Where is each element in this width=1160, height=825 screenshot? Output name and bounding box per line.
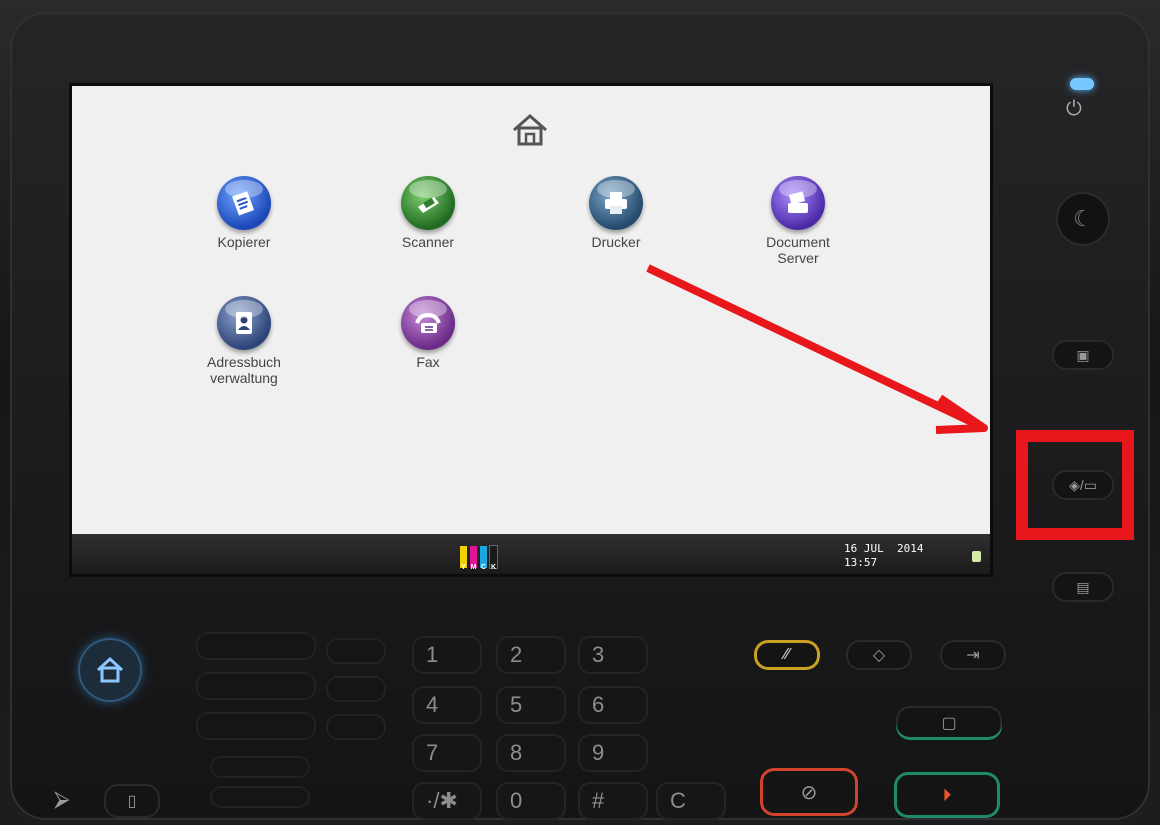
login-logout-button[interactable]: ▣ xyxy=(1052,340,1114,370)
key-7[interactable]: 7 xyxy=(412,734,482,772)
key-hash[interactable]: # xyxy=(578,782,648,820)
fax-icon xyxy=(401,296,455,350)
function-key[interactable] xyxy=(196,672,316,700)
function-key[interactable] xyxy=(326,638,386,664)
app-label: Fax xyxy=(416,354,440,370)
power-indicator-led xyxy=(1070,78,1094,90)
key-1[interactable]: 1 xyxy=(412,636,482,674)
key-icon: ▣ xyxy=(1076,346,1090,363)
power-icon: ⏻ xyxy=(1066,98,1082,120)
function-key[interactable] xyxy=(210,786,310,808)
key-4[interactable]: 4 xyxy=(412,686,482,724)
key-3[interactable]: 3 xyxy=(578,636,648,674)
time-text: 13:57 xyxy=(844,556,878,569)
stop-button[interactable]: ⊘ xyxy=(760,768,858,816)
document-server-icon xyxy=(771,176,825,230)
address-book-icon xyxy=(217,296,271,350)
reset-button[interactable]: ⁄⁄ xyxy=(754,640,820,670)
key-2[interactable]: 2 xyxy=(496,636,566,674)
sample-copy-icon: ▢ xyxy=(941,715,957,732)
scanner-icon xyxy=(401,176,455,230)
key-8[interactable]: 8 xyxy=(496,734,566,772)
toner-label: Y xyxy=(461,564,466,571)
toner-bar: K xyxy=(490,546,497,571)
storage-icon xyxy=(972,551,981,562)
toner-label: C xyxy=(480,564,487,571)
toner-bar: M xyxy=(470,546,477,571)
app-label: Kopierer xyxy=(217,234,271,250)
simple-screen-button[interactable]: ▤ xyxy=(1052,572,1114,602)
annotation-arrow xyxy=(646,264,988,434)
sample-copy-button[interactable]: ▢ xyxy=(896,706,1002,740)
app-label: Scanner xyxy=(401,234,455,250)
toner-level-indicator: Y M C K xyxy=(460,546,497,571)
app-scanner[interactable]: Scanner xyxy=(368,176,488,250)
function-key[interactable] xyxy=(326,714,386,740)
date-time: 16 JUL 2014 13:57 xyxy=(844,542,923,570)
key-star[interactable]: ·/✱ xyxy=(412,782,482,820)
app-adressbuch[interactable]: Adressbuch verwaltung xyxy=(184,296,304,386)
check-status-button[interactable]: ◈/▭ xyxy=(1052,470,1114,500)
home-hardware-button[interactable] xyxy=(80,640,140,700)
key-5[interactable]: 5 xyxy=(496,686,566,724)
printer-icon xyxy=(589,176,643,230)
app-label: Drucker xyxy=(591,234,641,250)
app-drucker[interactable]: Drucker xyxy=(556,176,676,250)
stop-icon: ⊘ xyxy=(800,781,818,804)
program-icon: ◇ xyxy=(872,647,886,664)
date-text: 16 JUL 2014 xyxy=(844,542,924,555)
app-fax[interactable]: Fax xyxy=(368,296,488,370)
key-clear[interactable]: C xyxy=(656,782,726,820)
key-9[interactable]: 9 xyxy=(578,734,648,772)
app-label: Adressbuch verwaltung xyxy=(207,354,281,386)
delete-button[interactable]: ▯ xyxy=(104,784,160,818)
start-icon: ⏵ xyxy=(942,784,952,805)
moon-icon: ☾ xyxy=(1073,206,1093,231)
start-button[interactable]: ⏵ xyxy=(894,772,1000,818)
interrupt-icon: ⇥ xyxy=(966,647,980,664)
function-key[interactable] xyxy=(196,712,316,740)
delete-icon: ▯ xyxy=(127,793,137,810)
toner-label: K xyxy=(490,564,497,571)
status-bar: Y M C K 16 JUL 2014 13:57 xyxy=(72,534,990,574)
status-icon: ◈/▭ xyxy=(1069,476,1097,493)
toner-bar: C xyxy=(480,546,487,571)
function-key[interactable] xyxy=(196,632,316,660)
key-0[interactable]: 0 xyxy=(496,782,566,820)
screen-icon: ▤ xyxy=(1076,578,1090,595)
interrupt-button[interactable]: ⇥ xyxy=(940,640,1006,670)
energy-saver-button[interactable]: ☾ xyxy=(1056,192,1110,246)
program-button[interactable]: ◇ xyxy=(846,640,912,670)
key-6[interactable]: 6 xyxy=(578,686,648,724)
function-key[interactable] xyxy=(210,756,310,778)
copier-icon xyxy=(217,176,271,230)
home-icon[interactable] xyxy=(510,112,550,148)
enter-icon[interactable]: ⮚ xyxy=(54,786,70,812)
function-key[interactable] xyxy=(326,676,386,702)
home-icon xyxy=(96,656,124,683)
app-kopierer[interactable]: Kopierer xyxy=(184,176,304,250)
toner-label: M xyxy=(470,564,477,571)
reset-icon: ⁄⁄ xyxy=(784,646,790,663)
app-document-server[interactable]: Document Server xyxy=(738,176,858,266)
toner-bar: Y xyxy=(460,546,467,571)
